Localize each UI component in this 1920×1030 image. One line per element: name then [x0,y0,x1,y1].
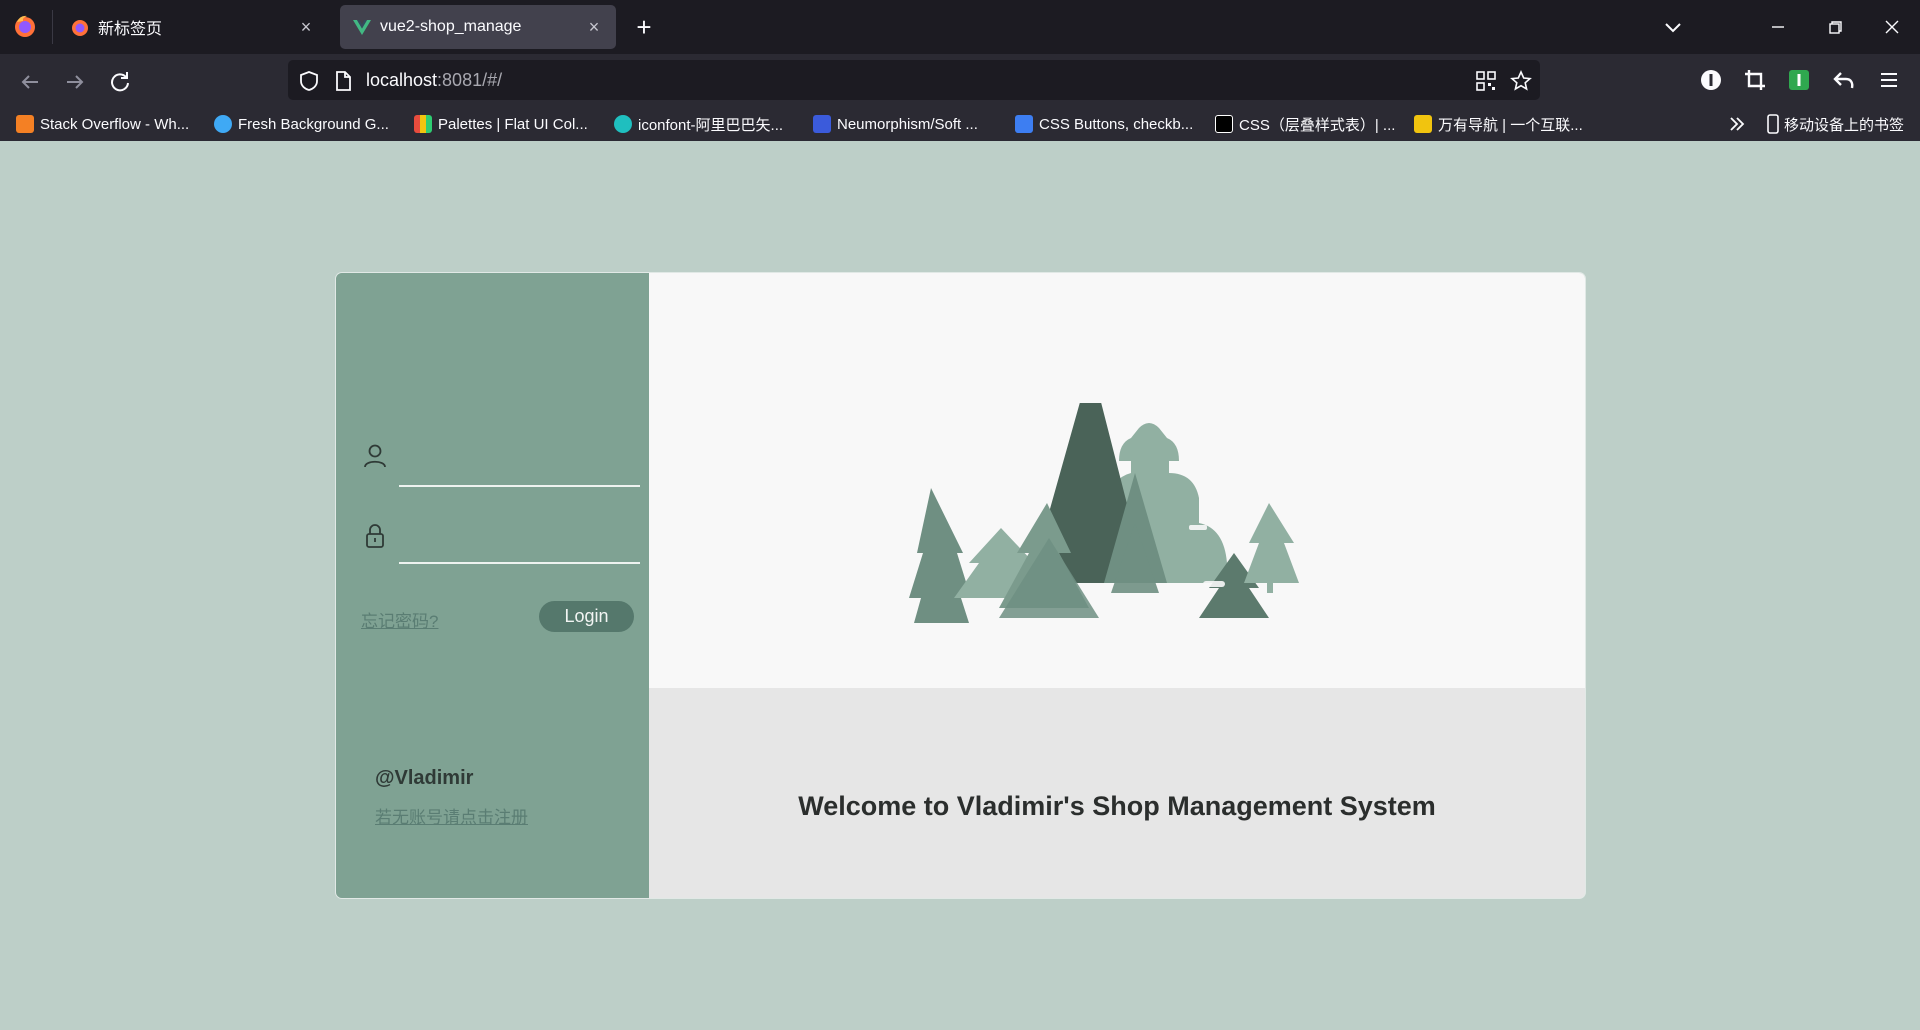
close-tab-icon[interactable]: × [584,17,604,38]
mobile-device-icon [1767,114,1779,134]
bookmark-stack-overflow[interactable]: Stack Overflow - Wh... [16,112,189,136]
tab-new-tab[interactable]: 新标签页 × [58,5,328,49]
tab-vue2-shop-manage[interactable]: vue2-shop_manage × [340,5,616,49]
new-tab-button[interactable]: + [628,11,660,43]
tab-title: 新标签页 [98,21,163,38]
user-icon [364,444,386,468]
minimize-icon[interactable] [1763,12,1793,42]
mobile-bookmarks-folder[interactable]: 移动设备上的书签 [1766,112,1904,136]
left-tall-tree [909,488,971,623]
qr-code-icon[interactable] [1475,70,1497,92]
page-icon[interactable] [332,70,354,92]
bookmark-neumorphism[interactable]: Neumorphism/Soft ... [813,112,978,136]
bookmark-palettes[interactable]: Palettes | Flat UI Col... [414,112,588,136]
login-button[interactable]: Login [539,601,634,632]
address-bar[interactable]: localhost:8081/#/ [288,60,1540,100]
bookmark-star-icon[interactable] [1510,70,1532,92]
bookmark-label: 万有导航 | 一个互联... [1438,116,1583,134]
bookmark-label: Stack Overflow - Wh... [40,115,190,133]
fresh-background-icon [214,115,232,133]
shield-icon[interactable] [298,70,320,92]
bookmark-label: Neumorphism/Soft ... [837,115,978,133]
forward-arrow-icon[interactable] [61,68,89,96]
bookmark-label: 移动设备上的书签 [1784,116,1905,134]
welcome-panel: Welcome to Vladimir's Shop Management Sy… [649,273,1585,898]
css-buttons-icon [1015,115,1033,133]
far-right-tree [1244,503,1299,583]
lock-icon [366,524,384,548]
neumorphism-icon [813,115,831,133]
close-tab-icon[interactable]: × [296,17,316,38]
iconfont-icon [614,115,632,133]
extension-1password-icon[interactable] [1697,66,1725,94]
password-input[interactable] [399,524,640,564]
author-handle: @Vladimir [375,767,474,789]
forgot-password-link[interactable]: 忘记密码? [361,607,438,632]
stack-overflow-icon [16,115,34,133]
back-arrow-icon[interactable] [16,68,44,96]
close-window-icon[interactable] [1877,12,1907,42]
firefox-icon[interactable] [12,13,38,39]
register-link[interactable]: 若无账号请点击注册 [375,803,528,828]
bookmark-label: iconfont-阿里巴巴矢... [638,116,784,134]
tab-bar: 新标签页 × vue2-shop_manage × + [0,0,1920,54]
login-panel: 忘记密码? Login @Vladimir 若无账号请点击注册 [336,273,649,898]
reload-icon[interactable] [106,68,134,96]
bookmark-wanyou-nav[interactable]: 万有导航 | 一个互联... [1414,112,1583,136]
bookmark-label: Fresh Background G... [238,115,389,133]
bookmark-iconfont[interactable]: iconfont-阿里巴巴矢... [614,112,783,136]
url-text[interactable]: localhost:8081/#/ [366,70,502,91]
bookmark-css-buttons[interactable]: CSS Buttons, checkb... [1015,112,1193,136]
url-path: :8081/#/ [437,70,503,90]
tab-title: vue2-shop_manage [380,18,522,35]
wanyou-nav-icon [1414,115,1432,133]
mdn-icon [1215,115,1233,133]
menu-hamburger-icon[interactable] [1875,66,1903,94]
login-card: 忘记密码? Login @Vladimir 若无账号请点击注册 Welcome … [336,273,1585,898]
welcome-title: Welcome to Vladimir's Shop Management Sy… [798,791,1436,821]
tab-separator [52,10,53,44]
bookmark-label: CSS（层叠样式表）| ... [1239,116,1396,134]
bookmark-label: Palettes | Flat UI Col... [438,115,588,133]
bookmark-mdn-css[interactable]: CSS（层叠样式表）| ... [1215,112,1395,136]
browser-chrome: 新标签页 × vue2-shop_manage × + localhost:80… [0,0,1920,141]
username-input[interactable] [399,447,640,487]
bookmarks-toolbar: Stack Overflow - Wh... Fresh Background … [0,108,1920,141]
more-bookmarks-chevron-icon[interactable] [1727,114,1747,134]
undo-arrow-icon[interactable] [1830,66,1858,94]
restore-icon[interactable] [1820,12,1850,42]
forest-illustration [909,403,1299,623]
url-host: localhost [366,70,438,90]
firefox-favicon-icon [72,20,88,36]
vue-favicon-icon [353,20,371,35]
crop-screenshot-icon[interactable] [1741,66,1769,94]
bookmark-label: CSS Buttons, checkb... [1039,115,1194,133]
chevron-down-icon[interactable] [1660,14,1686,40]
palettes-icon [414,115,432,133]
bookmark-fresh-background[interactable]: Fresh Background G... [214,112,389,136]
extension-green-icon[interactable] [1785,66,1813,94]
